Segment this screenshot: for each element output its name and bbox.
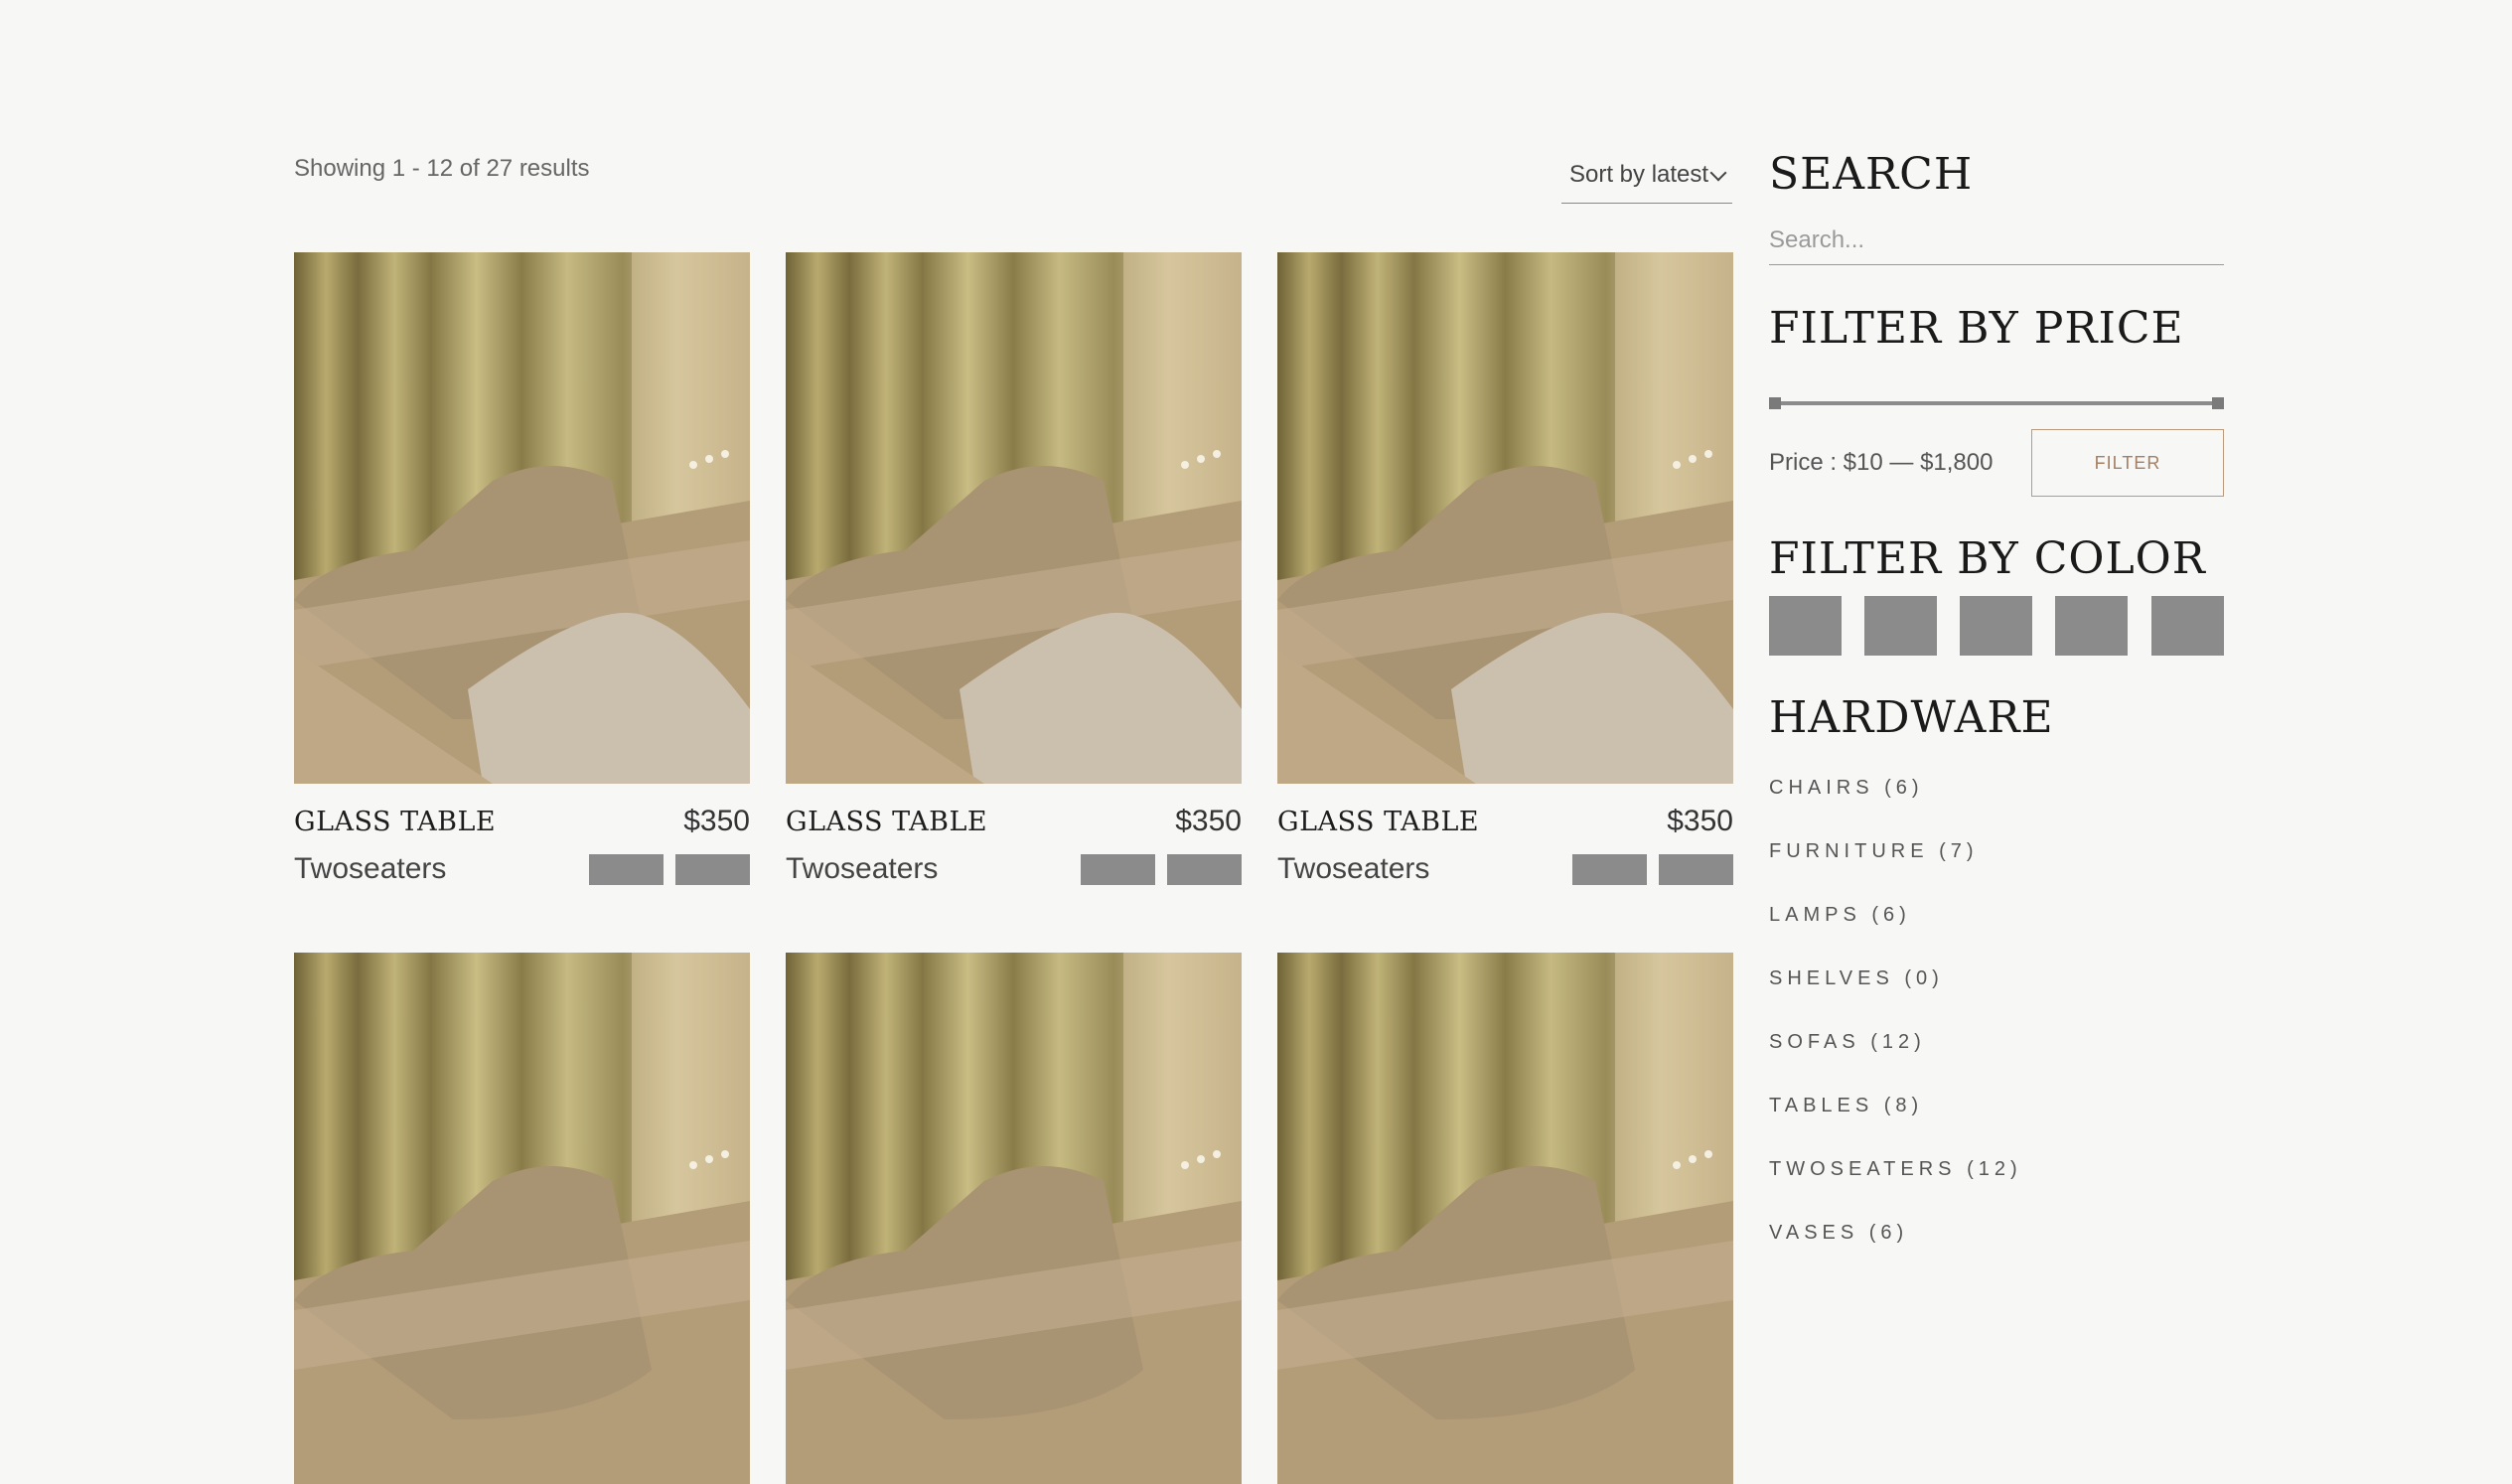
color-filter-swatch[interactable] [1769,596,1842,656]
color-filter-swatch[interactable] [2055,596,2128,656]
color-filter-swatch[interactable] [1864,596,1937,656]
category-link-twoseaters[interactable]: TWOSEATERS (12) [1769,1158,2022,1181]
hardware-heading: HARDWARE [1769,692,2054,743]
price-slider-min-handle[interactable] [1769,397,1781,409]
category-link-sofas[interactable]: SOFAS (12) [1769,1031,1926,1054]
color-swatch[interactable] [1572,854,1647,885]
product-image[interactable] [786,252,1242,784]
category-link-shelves[interactable]: SHELVES (0) [1769,967,1944,990]
product-category: Twoseaters [786,852,939,885]
color-swatch[interactable] [1081,854,1155,885]
sort-dropdown[interactable]: Sort by latest [1561,157,1732,204]
category-link-chairs[interactable]: CHAIRS (6) [1769,777,1924,800]
product-title[interactable]: GLASS TABLE [1277,807,1479,837]
product-title[interactable]: GLASS TABLE [786,807,987,837]
product-title[interactable]: GLASS TABLE [294,807,496,837]
price-range-label: Price : $10 — $1,800 [1769,449,1994,476]
product-image[interactable] [1277,252,1733,784]
color-filter-swatch[interactable] [2151,596,2224,656]
category-link-lamps[interactable]: LAMPS (6) [1769,904,1911,927]
product-price: $350 [1667,805,1733,837]
color-filter-swatch[interactable] [1960,596,2032,656]
product-image[interactable] [294,953,750,1484]
product-category: Twoseaters [1277,852,1430,885]
category-link-furniture[interactable]: FURNITURE (7) [1769,840,1979,863]
price-slider-max-handle[interactable] [2212,397,2224,409]
product-price: $350 [1175,805,1242,837]
price-slider-track[interactable] [1775,401,2218,405]
filter-color-heading: FILTER BY COLOR [1769,533,2206,584]
product-category: Twoseaters [294,852,447,885]
search-heading: SEARCH [1769,149,1974,200]
color-swatch[interactable] [1167,854,1242,885]
product-image[interactable] [1277,953,1733,1484]
color-swatch[interactable] [1659,854,1733,885]
product-image[interactable] [786,953,1242,1484]
chevron-down-icon [1709,164,1727,182]
filter-button[interactable]: FILTER [2031,429,2224,497]
product-image[interactable] [294,252,750,784]
category-link-tables[interactable]: TABLES (8) [1769,1095,1923,1117]
price-slider[interactable] [1769,395,2224,411]
filter-price-heading: FILTER BY PRICE [1769,303,2184,354]
color-swatch[interactable] [675,854,750,885]
results-count: Showing 1 - 12 of 27 results [294,155,590,182]
sort-label: Sort by latest [1569,161,1709,188]
category-link-vases[interactable]: VASES (6) [1769,1222,1908,1245]
color-swatch[interactable] [589,854,664,885]
product-price: $350 [683,805,750,837]
search-input[interactable] [1769,217,2224,265]
